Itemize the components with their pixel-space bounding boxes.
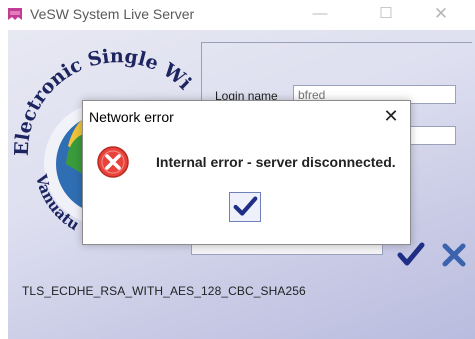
tls-cipher-text: TLS_ECDHE_RSA_WITH_AES_128_CBC_SHA256: [22, 284, 306, 298]
dialog-title: Network error: [89, 109, 174, 125]
minimize-button[interactable]: —: [297, 0, 343, 30]
close-window-button[interactable]: ✕: [418, 0, 464, 30]
window-title: VeSW System Live Server: [30, 6, 195, 22]
dialog-ok-button[interactable]: [229, 192, 261, 222]
dialog-message: Internal error - server disconnected.: [156, 154, 396, 170]
app-flag-icon: [8, 8, 22, 20]
maximize-button[interactable]: ☐: [363, 0, 409, 30]
cancel-x-button[interactable]: [438, 240, 470, 270]
error-icon: [97, 146, 129, 178]
title-bar: VeSW System Live Server — ☐ ✕: [0, 0, 475, 30]
dialog-close-button[interactable]: ✕: [377, 103, 405, 129]
network-error-dialog: Network error ✕ Internal error - server …: [82, 100, 411, 245]
